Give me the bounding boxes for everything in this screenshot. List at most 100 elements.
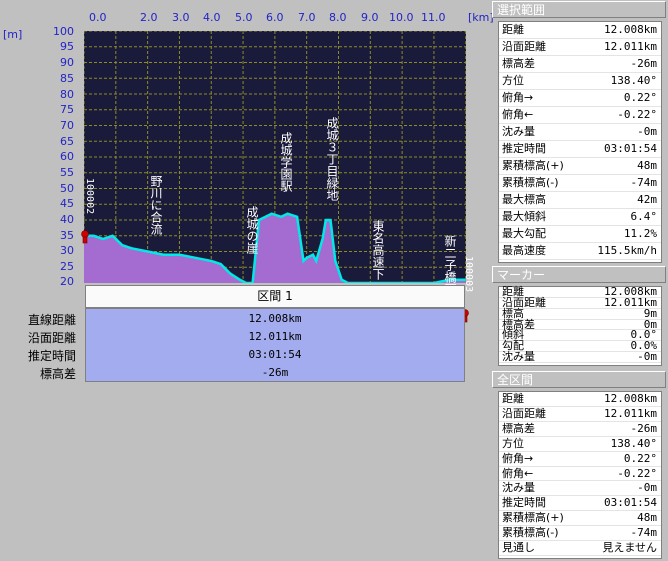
data-point	[296, 216, 298, 218]
panel-row: 最高速度 115.5km/h	[499, 243, 661, 260]
panel-title-all: 全区間	[492, 371, 666, 388]
x-tick: 4.0	[203, 11, 221, 24]
stat-label: 推定時間	[27, 349, 76, 363]
stat-value: -26m	[261, 366, 289, 379]
x-tick: 11.0	[421, 11, 446, 24]
panel-row-label: 標高差	[502, 57, 535, 70]
data-point	[312, 254, 314, 256]
panel-row: 沈み量 -0m	[499, 481, 661, 497]
panel-row: 累積標高(+) 48m	[499, 158, 661, 175]
panel-row: 最大傾斜 6.4°	[499, 209, 661, 226]
y-tick: 70	[60, 119, 74, 132]
panel-row-value: 115.5km/h	[597, 244, 657, 257]
start-marker-label: 100002	[84, 178, 95, 215]
panel-row-label: 累積標高(+)	[502, 511, 564, 525]
data-point	[302, 260, 305, 262]
x-tick: 0.0	[89, 11, 107, 24]
panel-row-label: 方位	[502, 74, 524, 87]
panel-row: 俯角→ 0.22°	[499, 90, 661, 107]
y-tick: 40	[60, 213, 74, 226]
panel-row-value: 11.2%	[623, 227, 657, 240]
data-point	[147, 250, 149, 253]
data-point	[239, 279, 241, 281]
panel-row-label: 沈み量	[502, 350, 535, 364]
y-tick: 35	[60, 229, 74, 242]
panel-row: 方位 138.40°	[499, 73, 661, 90]
stat-label: 直線距離	[27, 313, 76, 327]
selection-panel: 距離 12.008km 沿面距離 12.011km 標高差 -26m 方位 138.40° 俯角…	[498, 21, 662, 263]
annotation-label: 東名高速下	[371, 220, 385, 280]
panel-row-label: 標高差	[502, 421, 535, 435]
panel-row-value: -26m	[630, 57, 658, 70]
panel-title-marker: マーカー	[492, 266, 666, 283]
x-tick: 9.0	[361, 11, 379, 24]
y-tick: 85	[60, 72, 74, 85]
panel-row: 推定時間 03:01:54	[499, 141, 661, 158]
start-marker-icon[interactable]	[80, 230, 90, 244]
section-header[interactable]: 区間 1	[85, 285, 465, 308]
y-tick: 65	[60, 135, 74, 148]
panel-row: 推定時間 03:01:54	[499, 496, 661, 512]
y-tick: 25	[60, 260, 74, 273]
panel-row: 俯角→ 0.22°	[499, 452, 661, 467]
y-tick: 90	[60, 56, 74, 69]
panel-row: 沈み量 -0m	[499, 350, 661, 364]
panel-row-value: -0.22°	[617, 108, 657, 121]
annotation-label: 成城３丁目緑地	[325, 117, 339, 201]
x-tick: 7.0	[298, 11, 316, 24]
panel-row-label: 距離	[502, 23, 524, 36]
y-tick: 75	[60, 103, 74, 116]
panel-row: 距離 12.008km	[499, 392, 661, 407]
panel-row-label: 沿面距離	[502, 406, 546, 420]
data-point	[280, 216, 282, 218]
panel-row-label: 沈み量	[502, 125, 535, 138]
panel-row-value: 12.008km	[604, 23, 657, 36]
elevation-profile-chart[interactable]	[84, 31, 466, 283]
panel-row-label: 最高速度	[502, 244, 546, 257]
panel-row: 標高差 -26m	[499, 422, 661, 437]
y-tick: 100	[53, 25, 74, 38]
panel-row: 方位 138.40°	[499, 437, 661, 452]
y-tick: 50	[60, 182, 74, 195]
all-sections-panel: 距離 12.008km 沿面距離 12.011km 標高差 -26m 方位 138.40° 俯角…	[498, 391, 662, 559]
data-point	[271, 213, 273, 215]
panel-row-label: 方位	[502, 436, 524, 450]
data-point	[131, 247, 133, 249]
data-point	[194, 257, 196, 259]
x-tick: 3.0	[172, 11, 190, 24]
panel-row: 標高差 -26m	[499, 56, 661, 73]
panel-row-value: 12.011km	[604, 40, 657, 53]
panel-row: 沿面距離 12.011km	[499, 39, 661, 56]
data-point	[286, 213, 289, 215]
data-point	[329, 219, 332, 221]
panel-row-label: 累積標高(-)	[502, 176, 559, 189]
y-tick: 60	[60, 150, 74, 163]
data-point	[178, 254, 181, 256]
x-tick: 2.0	[140, 11, 158, 24]
panel-row-label: 推定時間	[502, 496, 546, 510]
panel-row-label: 俯角←	[502, 108, 534, 121]
y-tick: 45	[60, 197, 74, 210]
panel-row: 俯角← -0.22°	[499, 467, 661, 482]
panel-row-value: 見えません	[602, 541, 657, 555]
panel-row-label: 俯角→	[502, 91, 534, 104]
y-tick: 55	[60, 166, 74, 179]
panel-row: 累積標高(-) -74m	[499, 526, 661, 542]
panel-row-value: -26m	[630, 421, 658, 435]
panel-row: 最大標高 42m	[499, 192, 661, 209]
panel-row-value: -0m	[637, 350, 657, 364]
panel-row-value: 0.22°	[623, 451, 657, 465]
stat-value: 12.008km	[248, 312, 302, 325]
panel-row-label: 俯角←	[502, 466, 534, 480]
panel-row: 見通し 見えません	[499, 541, 661, 556]
panel-row-value: 48m	[637, 511, 657, 525]
y-tick: 20	[60, 275, 74, 288]
panel-row: 距離 12.008km	[499, 22, 661, 39]
data-point	[102, 238, 104, 240]
section-stats-labels: 直線距離 沿面距離 推定時間 標高差	[0, 311, 80, 385]
panel-row-value: 138.40°	[610, 74, 657, 87]
annotation-label: 成城学園駅	[279, 132, 293, 192]
panel-row-value: 48m	[637, 159, 657, 172]
panel-row-value: -0m	[637, 481, 657, 495]
panel-row-label: 距離	[502, 392, 524, 405]
